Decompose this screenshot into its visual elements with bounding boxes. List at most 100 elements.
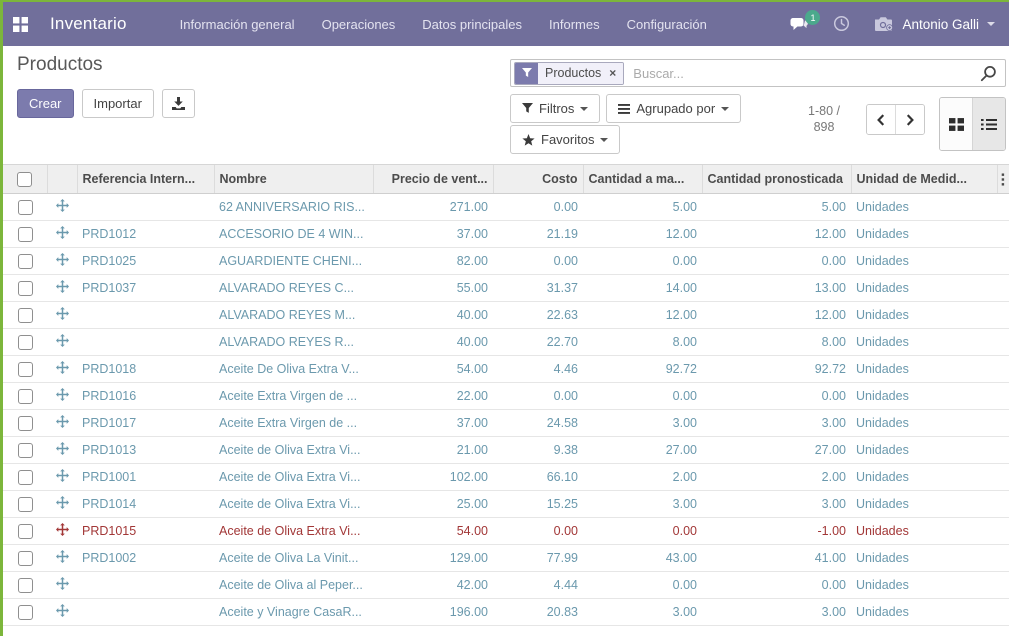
cell-uom[interactable]: Unidades: [851, 302, 997, 329]
cell-price[interactable]: 54.00: [373, 356, 493, 383]
row-checkbox[interactable]: [18, 308, 33, 323]
drag-handle-icon[interactable]: [56, 523, 69, 536]
cell-qty-forecast[interactable]: 3.00: [702, 599, 851, 626]
row-checkbox[interactable]: [18, 605, 33, 620]
user-menu[interactable]: Antonio Galli: [874, 16, 995, 32]
messages-button[interactable]: 1: [790, 16, 809, 32]
cell-price[interactable]: 22.00: [373, 383, 493, 410]
search-icon[interactable]: [980, 65, 997, 82]
table-row[interactable]: PRD1016 Aceite Extra Virgen de ... 22.00…: [3, 383, 1009, 410]
drag-handle-icon[interactable]: [56, 334, 69, 347]
column-header-qty-on-hand[interactable]: Cantidad a ma...: [583, 165, 702, 194]
cell-qty-forecast[interactable]: 41.00: [702, 545, 851, 572]
cell-price[interactable]: 21.00: [373, 437, 493, 464]
drag-handle-icon[interactable]: [56, 469, 69, 482]
cell-name[interactable]: 62 ANNIVERSARIO RIS...: [214, 194, 373, 221]
list-view-button[interactable]: [972, 98, 1005, 150]
table-row[interactable]: ALVARADO REYES M... 40.00 22.63 12.00 12…: [3, 302, 1009, 329]
table-row[interactable]: PRD1002 Aceite de Oliva La Vinit... 129.…: [3, 545, 1009, 572]
kanban-view-button[interactable]: [940, 98, 972, 150]
export-download-button[interactable]: [162, 89, 195, 118]
column-header-qty-forecast[interactable]: Cantidad pronosticada: [702, 165, 851, 194]
table-row[interactable]: 62 ANNIVERSARIO RIS... 271.00 0.00 5.00 …: [3, 194, 1009, 221]
apps-menu-icon[interactable]: [13, 17, 28, 32]
nav-menu-item[interactable]: Datos principales: [422, 17, 522, 32]
cell-uom[interactable]: Unidades: [851, 491, 997, 518]
table-row[interactable]: PRD1015 Aceite de Oliva Extra Vi... 54.0…: [3, 518, 1009, 545]
cell-price[interactable]: 42.00: [373, 572, 493, 599]
cell-cost[interactable]: 4.44: [493, 572, 583, 599]
cell-cost[interactable]: 0.00: [493, 518, 583, 545]
cell-qty-on-hand[interactable]: 14.00: [583, 275, 702, 302]
cell-price[interactable]: 82.00: [373, 248, 493, 275]
cell-reference[interactable]: [77, 194, 214, 221]
column-header-name[interactable]: Nombre: [214, 165, 373, 194]
cell-qty-forecast[interactable]: 0.00: [702, 383, 851, 410]
cell-qty-forecast[interactable]: 12.00: [702, 221, 851, 248]
cell-uom[interactable]: Unidades: [851, 194, 997, 221]
nav-menu-item[interactable]: Operaciones: [322, 17, 396, 32]
cell-cost[interactable]: 21.19: [493, 221, 583, 248]
cell-qty-on-hand[interactable]: 3.00: [583, 599, 702, 626]
cell-price[interactable]: 129.00: [373, 545, 493, 572]
cell-cost[interactable]: 0.00: [493, 248, 583, 275]
cell-price[interactable]: 40.00: [373, 302, 493, 329]
cell-cost[interactable]: 0.00: [493, 383, 583, 410]
cell-name[interactable]: Aceite de Oliva Extra Vi...: [214, 518, 373, 545]
search-bar[interactable]: Productos ×: [510, 59, 1006, 87]
cell-qty-on-hand[interactable]: 43.00: [583, 545, 702, 572]
cell-reference[interactable]: PRD1017: [77, 410, 214, 437]
cell-cost[interactable]: 31.37: [493, 275, 583, 302]
cell-qty-on-hand[interactable]: 27.00: [583, 437, 702, 464]
cell-name[interactable]: Aceite y Vinagre CasaR...: [214, 599, 373, 626]
cell-qty-forecast[interactable]: 3.00: [702, 491, 851, 518]
table-row[interactable]: PRD1013 Aceite de Oliva Extra Vi... 21.0…: [3, 437, 1009, 464]
cell-qty-forecast[interactable]: 0.00: [702, 248, 851, 275]
activities-button[interactable]: [833, 15, 850, 33]
cell-price[interactable]: 102.00: [373, 464, 493, 491]
row-checkbox[interactable]: [18, 389, 33, 404]
select-all-checkbox[interactable]: [17, 172, 32, 187]
column-options-button[interactable]: [997, 165, 1009, 194]
cell-price[interactable]: 25.00: [373, 491, 493, 518]
cell-name[interactable]: Aceite Extra Virgen de ...: [214, 410, 373, 437]
cell-reference[interactable]: PRD1025: [77, 248, 214, 275]
row-checkbox[interactable]: [18, 335, 33, 350]
remove-facet-icon[interactable]: ×: [609, 67, 616, 79]
table-row[interactable]: ALVARADO REYES R... 40.00 22.70 8.00 8.0…: [3, 329, 1009, 356]
nav-menu-item[interactable]: Configuración: [627, 17, 707, 32]
import-button[interactable]: Importar: [82, 89, 154, 118]
cell-cost[interactable]: 9.38: [493, 437, 583, 464]
row-checkbox[interactable]: [18, 497, 33, 512]
cell-uom[interactable]: Unidades: [851, 545, 997, 572]
cell-uom[interactable]: Unidades: [851, 248, 997, 275]
cell-cost[interactable]: 4.46: [493, 356, 583, 383]
drag-handle-icon[interactable]: [56, 361, 69, 374]
cell-reference[interactable]: [77, 572, 214, 599]
cell-reference[interactable]: PRD1015: [77, 518, 214, 545]
app-title[interactable]: Inventario: [50, 14, 127, 34]
cell-cost[interactable]: 22.63: [493, 302, 583, 329]
cell-qty-forecast[interactable]: 5.00: [702, 194, 851, 221]
row-checkbox[interactable]: [18, 470, 33, 485]
drag-handle-icon[interactable]: [56, 388, 69, 401]
column-header-uom[interactable]: Unidad de Medid...: [851, 165, 997, 194]
cell-reference[interactable]: PRD1016: [77, 383, 214, 410]
drag-handle-icon[interactable]: [56, 307, 69, 320]
drag-handle-icon[interactable]: [56, 415, 69, 428]
table-row[interactable]: PRD1037 ALVARADO REYES C... 55.00 31.37 …: [3, 275, 1009, 302]
cell-price[interactable]: 40.00: [373, 329, 493, 356]
cell-uom[interactable]: Unidades: [851, 383, 997, 410]
cell-uom[interactable]: Unidades: [851, 599, 997, 626]
cell-qty-on-hand[interactable]: 0.00: [583, 518, 702, 545]
cell-name[interactable]: Aceite Extra Virgen de ...: [214, 383, 373, 410]
cell-name[interactable]: Aceite de Oliva La Vinit...: [214, 545, 373, 572]
cell-reference[interactable]: [77, 599, 214, 626]
drag-handle-icon[interactable]: [56, 226, 69, 239]
cell-cost[interactable]: 22.70: [493, 329, 583, 356]
table-row[interactable]: PRD1012 ACCESORIO DE 4 WIN... 37.00 21.1…: [3, 221, 1009, 248]
row-checkbox[interactable]: [18, 416, 33, 431]
table-row[interactable]: Aceite y Vinagre CasaR... 196.00 20.83 3…: [3, 599, 1009, 626]
cell-price[interactable]: 37.00: [373, 221, 493, 248]
cell-qty-on-hand[interactable]: 3.00: [583, 491, 702, 518]
